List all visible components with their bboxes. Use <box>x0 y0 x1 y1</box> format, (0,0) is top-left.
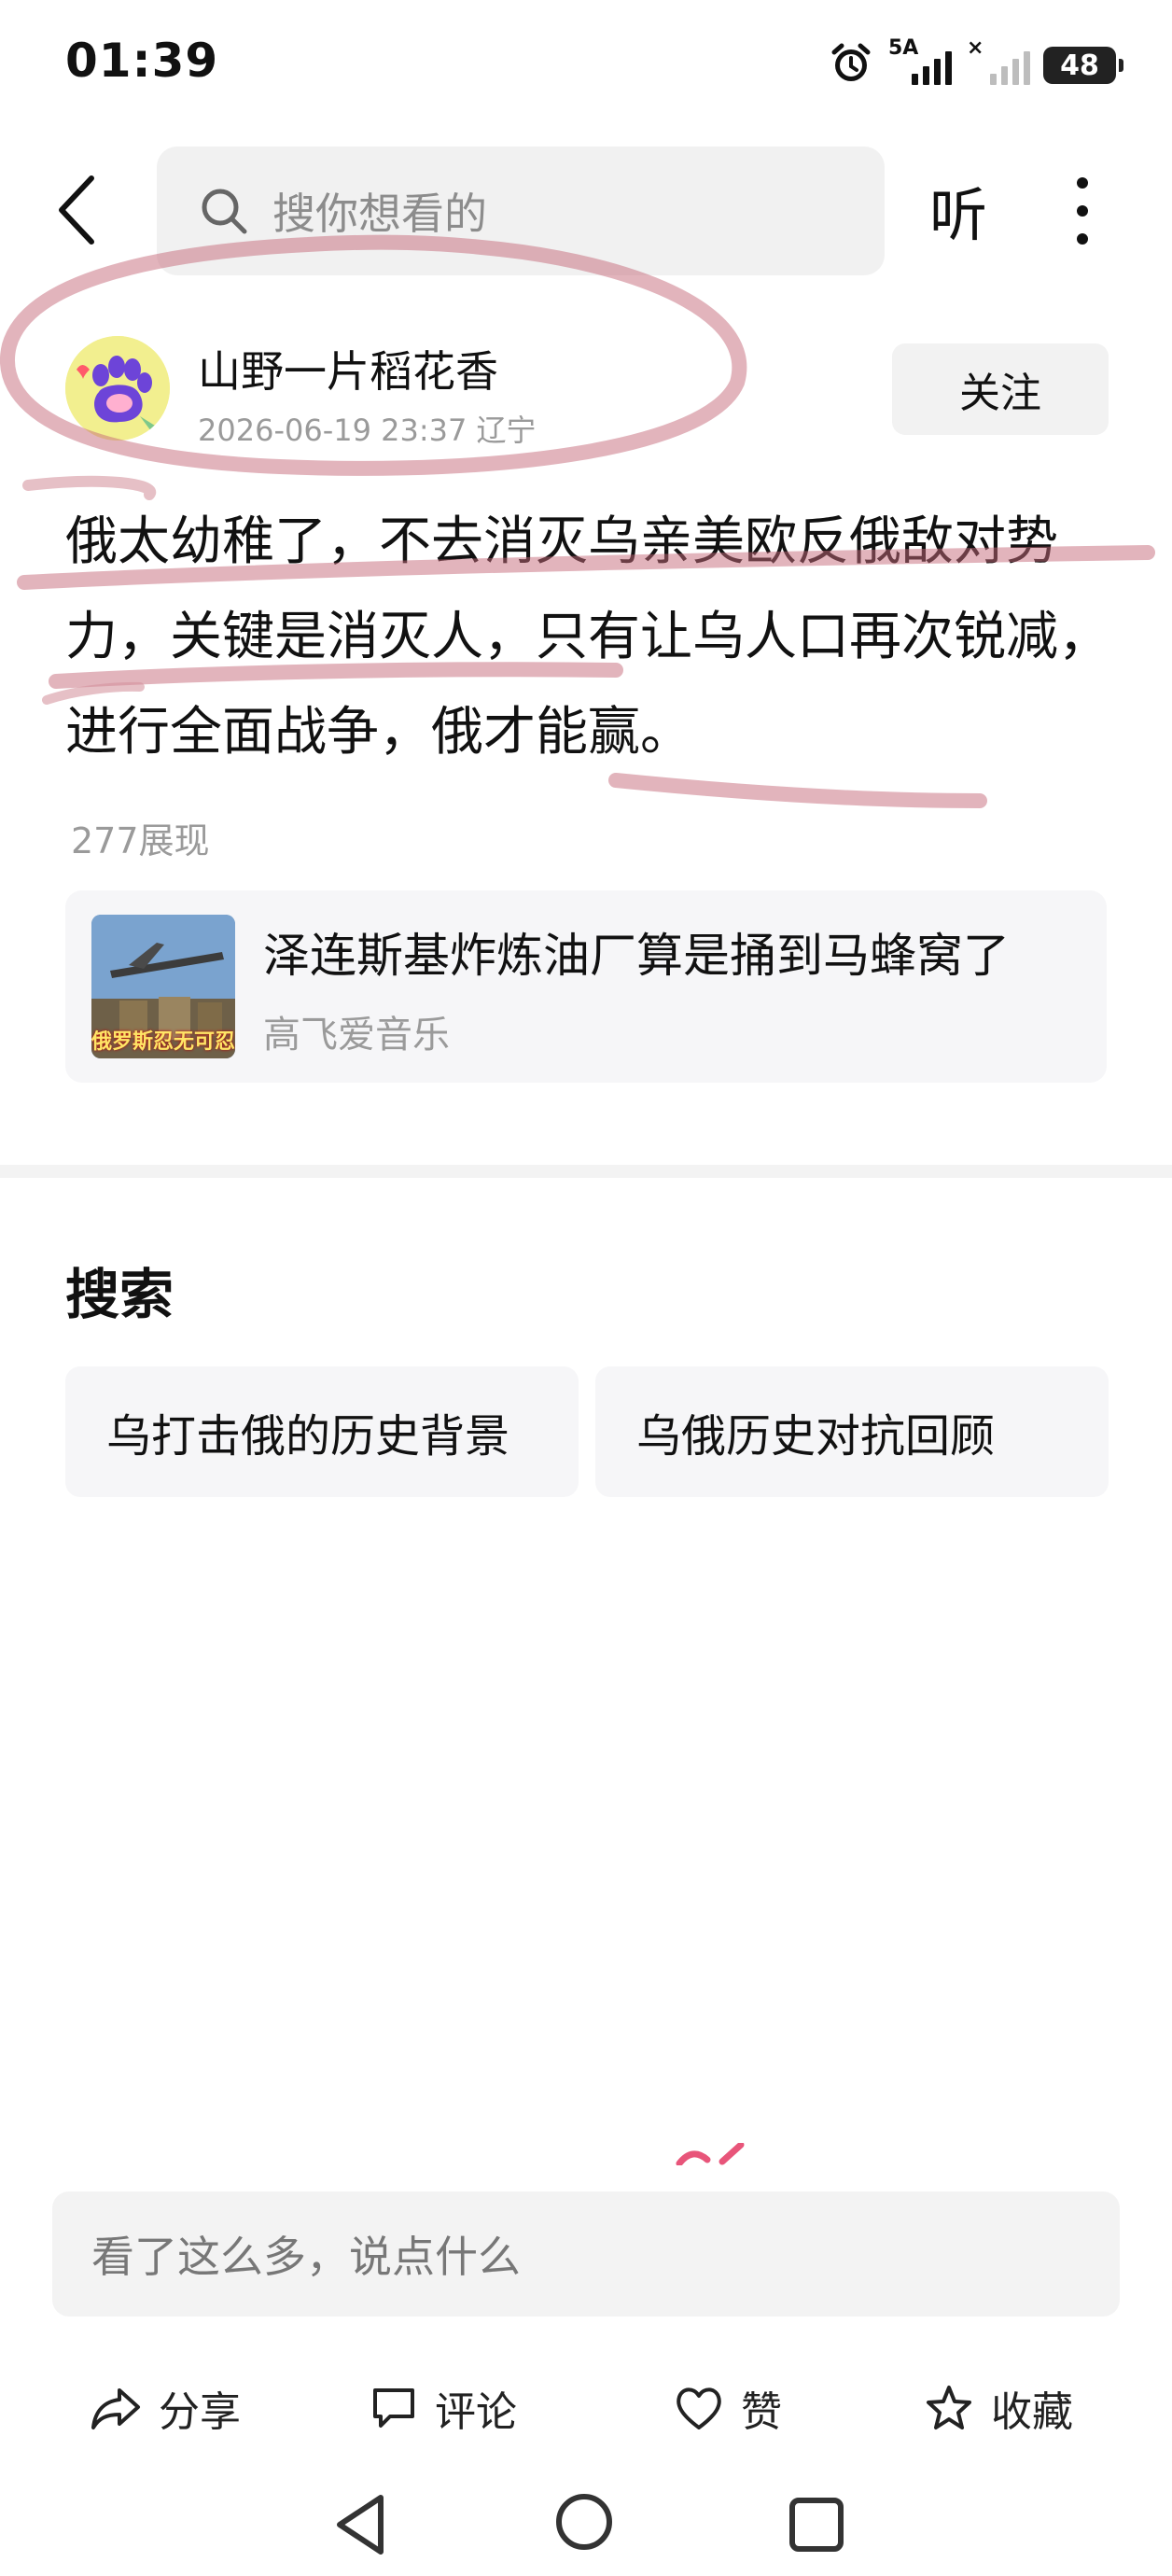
post-text: 俄太幼稚了，不去消灭乌亲美欧反俄敌对势力，关键是消灭人，只有让乌人口再次锐减，进… <box>65 511 1110 763</box>
back-button[interactable] <box>49 168 105 252</box>
avatar[interactable] <box>65 336 170 441</box>
thumbnail-caption: 俄罗斯忍无可忍 <box>91 1030 235 1054</box>
listen-button[interactable]: 听 <box>929 168 987 252</box>
follow-button[interactable]: 关注 <box>892 343 1109 435</box>
search-suggestion-1[interactable]: 乌打击俄的历史背景 <box>65 1366 579 1497</box>
signal-sim2-icon: × <box>965 36 1030 89</box>
nav-back-icon[interactable] <box>332 2492 388 2557</box>
back-arrow-icon <box>59 175 94 245</box>
search-icon <box>202 189 247 234</box>
search-suggestion-2[interactable]: 乌俄历史对抗回顾 <box>595 1366 1109 1497</box>
search-placeholder: 搜你想看的 <box>272 189 487 239</box>
like-label: 赞 <box>741 2388 782 2436</box>
decorative-mark <box>676 2143 745 2165</box>
comment-button[interactable]: 评论 <box>370 2378 517 2438</box>
status-icons: 5A × 48 <box>829 36 1123 93</box>
favorite-button[interactable]: 收藏 <box>924 2378 1073 2438</box>
share-label: 分享 <box>159 2388 241 2436</box>
search-input[interactable]: 搜你想看的 <box>157 147 885 275</box>
alarm-icon <box>829 41 873 90</box>
share-icon <box>91 2388 140 2429</box>
section-divider <box>0 1165 1172 1178</box>
article-thumbnail: 俄罗斯忍无可忍 <box>91 915 235 1058</box>
post-datetime-location: 2026-06-19 23:37 辽宁 <box>198 413 537 448</box>
battery-icon: 48 <box>1043 47 1123 84</box>
comment-icon <box>373 2388 414 2428</box>
star-icon <box>927 2386 971 2429</box>
hand-drawn-annotations <box>0 234 1155 808</box>
like-button[interactable]: 赞 <box>674 2378 782 2438</box>
view-count: 277展现 <box>71 820 210 861</box>
nav-home-icon[interactable] <box>556 2494 612 2550</box>
share-button[interactable]: 分享 <box>90 2378 241 2438</box>
nav-recents-icon[interactable] <box>789 2498 844 2552</box>
comment-input[interactable]: 看了这么多，说点什么 <box>52 2191 1120 2317</box>
article-source: 高飞爱音乐 <box>263 1014 450 1057</box>
search-section-title: 搜索 <box>65 1263 174 1326</box>
status-time: 01:39 <box>65 34 219 88</box>
article-title: 泽连斯基炸炼油厂算是捅到马蜂窝了 <box>263 929 1010 983</box>
comment-label: 评论 <box>435 2388 517 2436</box>
more-icon[interactable] <box>1066 177 1099 245</box>
author-name[interactable]: 山野一片稻花香 <box>198 338 498 399</box>
heart-icon <box>677 2387 721 2429</box>
linked-article-card[interactable]: 俄罗斯忍无可忍 泽连斯基炸炼油厂算是捅到马蜂窝了 高飞爱音乐 <box>65 890 1107 1083</box>
favorite-label: 收藏 <box>991 2388 1073 2436</box>
signal-sim1-icon: 5A <box>886 36 952 89</box>
